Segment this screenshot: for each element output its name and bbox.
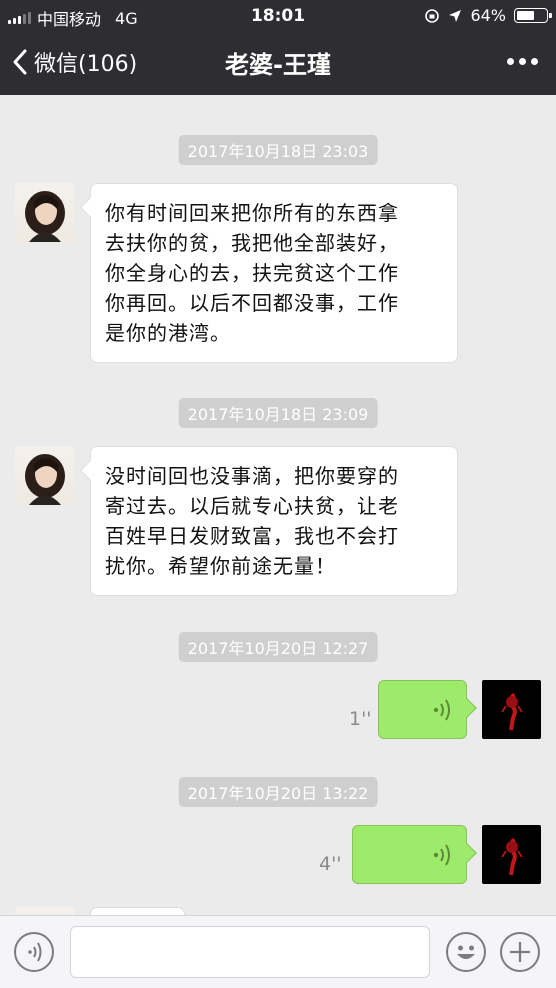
message-line: 寄过去。以后就专心扶贫，让老 [105,494,399,518]
contact-avatar[interactable] [15,183,74,242]
chat-area: 2017年10月18日 23:03 你有时间回来把你所有的东西拿 去扶你的贫，我… [0,95,556,915]
voice-toggle-button[interactable] [14,932,54,972]
timestamp: 2017年10月18日 23:03 [178,135,378,165]
contact-avatar[interactable] [15,446,74,505]
message-line: 你全身心的去，扶完贫这个工作 [105,261,399,285]
battery-icon [514,8,552,23]
battery-percent: 64% [470,6,506,25]
emoji-icon [457,945,475,959]
timestamp: 2017年10月18日 23:09 [178,398,378,428]
input-bar [0,915,556,988]
message-line: 去扶你的贫，我把他全部装好， [105,231,399,255]
top-bar: 中国移动 4G 18:01 64% 微信(106) 老婆-王瑾 [0,0,556,95]
sound-wave-icon [433,844,450,866]
back-chevron-icon [13,49,27,75]
message-line: 是你的港湾。 [105,321,231,345]
contact-avatar[interactable] [15,907,74,915]
my-avatar[interactable] [482,680,541,739]
emoji-button[interactable] [446,932,486,972]
plus-button[interactable] [500,932,540,972]
nav-bar: 微信(106) 老婆-王瑾 [0,32,556,95]
timestamp: 2017年10月20日 13:22 [178,777,378,807]
back-button[interactable]: 微信(106) [12,46,137,78]
sound-wave-icon [433,699,450,721]
status-bar: 中国移动 4G 18:01 64% [0,0,556,32]
outgoing-voice-bubble[interactable] [352,825,467,884]
more-dots-icon[interactable] [507,58,538,65]
voice-duration: 1'' [349,708,372,730]
message-line: 扰你。希望你前途无量！ [105,554,336,578]
incoming-bubble-partial[interactable] [90,907,185,915]
my-avatar[interactable] [482,825,541,884]
plus-icon [510,942,530,962]
orientation-lock-icon [425,8,440,23]
incoming-text-bubble[interactable]: 你有时间回来把你所有的东西拿 去扶你的贫，我把他全部装好， 你全身心的去，扶完贫… [90,183,458,363]
message-line: 你再回。以后不回都没事，工作 [105,291,399,315]
timestamp: 2017年10月20日 12:27 [178,632,378,662]
message-line: 没时间回也没事滴，把你要穿的 [105,464,399,488]
outgoing-voice-bubble[interactable] [378,680,467,739]
location-arrow-icon [449,9,462,22]
message-line: 你有时间回来把你所有的东西拿 [105,201,399,225]
message-input[interactable] [70,926,430,978]
incoming-text-bubble[interactable]: 没时间回也没事滴，把你要穿的 寄过去。以后就专心扶贫，让老 百姓早日发财致富，我… [90,446,458,596]
voice-toggle-icon [28,942,42,962]
back-label: 微信(106) [34,52,138,77]
message-line: 百姓早日发财致富，我也不会打 [105,524,399,548]
voice-duration: 4'' [319,853,342,875]
